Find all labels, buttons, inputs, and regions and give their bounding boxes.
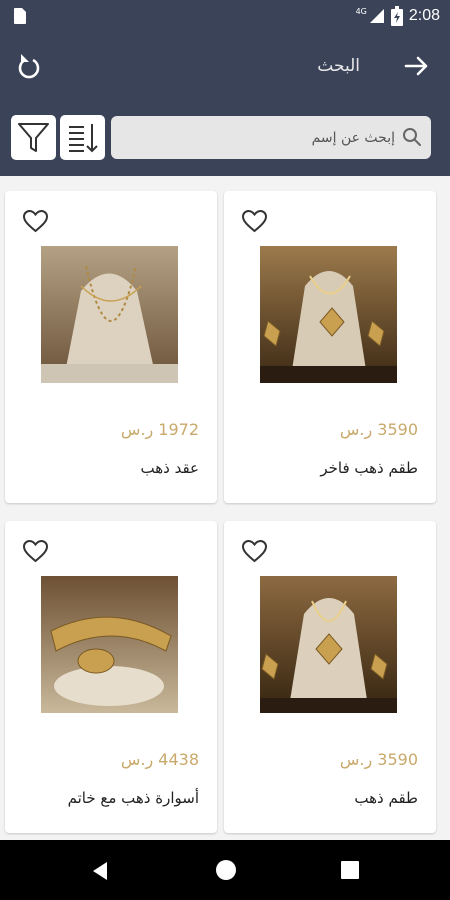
filter-button[interactable] xyxy=(11,115,56,160)
product-image xyxy=(41,576,178,713)
nav-home-icon[interactable] xyxy=(215,859,237,881)
product-name: أسوارة ذهب مع خاتم xyxy=(67,789,199,807)
battery-icon xyxy=(390,6,403,26)
product-name: طقم ذهب xyxy=(354,789,418,807)
product-card[interactable]: 1972 ر.س عقد ذهب xyxy=(5,191,217,503)
app-bar: البحث xyxy=(0,32,450,176)
nav-back-icon[interactable] xyxy=(89,860,111,882)
search-bar[interactable] xyxy=(111,116,431,159)
product-name: عقد ذهب xyxy=(140,459,200,477)
product-price: 4438 ر.س xyxy=(120,750,199,769)
search-icon[interactable] xyxy=(401,126,423,148)
product-image xyxy=(260,576,397,713)
heart-icon[interactable] xyxy=(241,209,268,233)
product-price: 3590 ر.س xyxy=(339,750,418,769)
product-image xyxy=(260,246,397,383)
product-price: 1972 ر.س xyxy=(120,420,199,439)
product-card[interactable]: 3590 ر.س طقم ذهب xyxy=(224,521,436,833)
sort-icon xyxy=(69,124,98,153)
product-card[interactable]: 3590 ر.س طقم ذهب فاخر xyxy=(224,191,436,503)
sim-card-icon xyxy=(14,8,26,24)
network-type: 4G xyxy=(355,6,367,16)
nav-recent-icon[interactable] xyxy=(341,861,359,879)
heart-icon[interactable] xyxy=(22,539,49,563)
sort-button[interactable] xyxy=(60,115,105,160)
status-bar: 4G 2:08 xyxy=(0,0,450,32)
product-price: 3590 ر.س xyxy=(339,420,418,439)
back-arrow-icon[interactable] xyxy=(402,52,430,80)
search-input[interactable] xyxy=(135,116,395,159)
product-grid: 3590 ر.س طقم ذهب فاخر 1972 ر.س عقد ذهب 3… xyxy=(0,176,450,840)
product-image xyxy=(41,246,178,383)
heart-icon[interactable] xyxy=(241,539,268,563)
page-title: البحث xyxy=(317,56,360,76)
signal-icon xyxy=(369,9,384,23)
product-card[interactable]: 4438 ر.س أسوارة ذهب مع خاتم xyxy=(5,521,217,833)
clock: 2:08 xyxy=(408,7,440,24)
refresh-icon[interactable] xyxy=(15,51,43,81)
product-name: طقم ذهب فاخر xyxy=(320,459,418,477)
system-nav-bar xyxy=(0,840,450,900)
heart-icon[interactable] xyxy=(22,209,49,233)
filter-icon xyxy=(18,123,49,152)
